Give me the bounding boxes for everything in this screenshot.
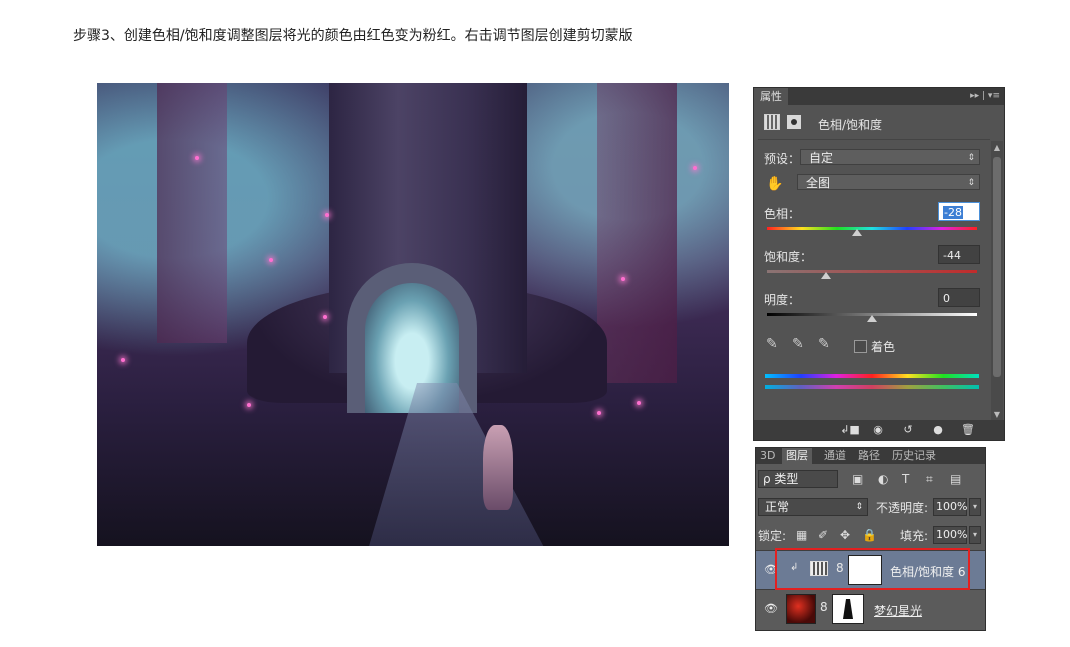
adjustment-filter-icon[interactable]: ◐ [878,472,888,486]
range-select[interactable]: 全图 ⇕ [797,174,980,190]
sparkle [121,358,125,362]
preset-label: 预设： [764,152,801,166]
layer-filter-select[interactable]: ρ 类型 [758,470,838,488]
layers-tabbar: 3D 图层 通道 路径 历史记录 [756,448,985,464]
hue-input[interactable]: -28 [938,202,980,221]
layers-panel: 3D 图层 通道 路径 历史记录 ρ 类型 ▣ ◐ T ⌗ ▤ 正常 ⇕ 不透明度… [755,447,986,631]
background-tree-left [157,83,227,343]
mask-shape [843,599,853,619]
link-chain-icon[interactable]: 8 [820,600,828,614]
filter-value: ρ 类型 [763,472,799,486]
annotation-highlight-box [775,548,970,590]
lock-position-icon[interactable]: ✥ [840,528,850,542]
layer-name[interactable]: 梦幻星光 [874,602,922,619]
panel-menu-icon[interactable]: ▸▸ | ▾≡ [970,89,1000,104]
sparkle [621,277,625,281]
colorize-checkbox[interactable] [854,340,867,353]
opacity-input[interactable]: 100% [933,498,967,516]
forest-door-artwork [97,83,729,546]
lock-pixels-icon[interactable]: ✐ [818,528,828,542]
color-spectrum-top [765,374,979,378]
layer-row[interactable]: 👁 8 梦幻星光 [756,589,985,628]
delete-icon[interactable]: 🗑 [956,422,980,438]
sparkle [195,156,199,160]
visibility-eye-icon[interactable]: 👁 [764,602,778,615]
scroll-thumb[interactable] [993,157,1001,377]
smart-object-filter-icon[interactable]: ▤ [950,472,961,486]
saturation-slider-thumb[interactable] [820,272,831,279]
reset-icon[interactable]: ↺ [896,422,920,438]
properties-scrollbar[interactable]: ▲ ▼ [991,141,1003,421]
scroll-down-icon[interactable]: ▼ [991,410,1003,419]
lock-all-icon[interactable]: 🔒 [862,528,877,542]
tab-3d[interactable]: 3D [756,448,779,464]
properties-footer: ↲■ ◉ ↺ ● 🗑 [754,420,1004,440]
shape-filter-icon[interactable]: ⌗ [926,472,933,487]
range-value: 全图 [806,176,831,190]
lightness-slider-thumb[interactable] [867,315,877,322]
lock-label: 锁定: [758,529,787,543]
preset-select[interactable]: 自定 ⇕ [800,149,980,165]
blend-mode-select[interactable]: 正常 ⇕ [758,498,868,516]
view-previous-state-icon[interactable]: ◉ [866,422,890,438]
clip-to-layer-icon[interactable]: ↲■ [838,422,862,438]
saturation-input[interactable]: -44 [938,245,980,264]
scroll-up-icon[interactable]: ▲ [991,143,1003,152]
select-arrows-icon: ⇕ [967,178,975,188]
opacity-dropdown-icon[interactable]: ▾ [969,498,981,516]
tab-channels[interactable]: 通道 [820,448,850,464]
properties-panel: 属性 ▸▸ | ▾≡ 色相/饱和度 预设： 自定 ⇕ ✋ 全图 ⇕ 色相： -2… [753,87,1005,441]
layer-mask-thumbnail[interactable] [832,594,864,624]
fill-dropdown-icon[interactable]: ▾ [969,526,981,544]
step-caption: 步骤3、创建色相/饱和度调整图层将光的颜色由红色变为粉红。右击调节图层创建剪切蒙… [73,28,633,44]
sparkle [269,258,273,262]
eyedropper-icon[interactable]: ✎ [766,336,778,352]
background-tree-right [597,83,677,383]
select-arrows-icon: ⇕ [967,153,975,163]
lightness-label: 明度： [764,293,801,307]
visibility-icon[interactable]: ● [926,422,950,438]
opacity-label: 不透明度: [876,501,929,515]
fill-input[interactable]: 100% [933,526,967,544]
hue-value: -28 [943,206,963,219]
hue-slider-track[interactable] [767,227,977,230]
eyedropper-minus-icon[interactable]: ✎ [818,336,830,352]
color-spectrum-bottom [765,385,979,389]
tab-paths[interactable]: 路径 [854,448,884,464]
sparkle [323,315,327,319]
colorize-label: 着色 [871,340,896,354]
preset-value: 自定 [809,151,834,165]
girl-figure [483,425,513,510]
tab-history[interactable]: 历史记录 [888,448,940,464]
sparkle [325,213,329,217]
adjustment-header [764,114,801,132]
tab-layers[interactable]: 图层 [782,448,812,464]
type-filter-icon[interactable]: T [902,472,909,486]
hue-label: 色相： [764,207,801,221]
hue-slider-thumb[interactable] [852,229,863,236]
lock-transparent-icon[interactable]: ▦ [796,528,807,542]
fill-label: 填充: [900,529,929,543]
saturation-label: 饱和度： [764,250,813,264]
blend-mode-value: 正常 [765,500,790,514]
image-filter-icon[interactable]: ▣ [852,472,863,486]
saturation-slider-track[interactable] [767,270,977,273]
sparkle [597,411,601,415]
lightness-input[interactable]: 0 [938,288,980,307]
on-image-adjust-hand-icon[interactable]: ✋ [766,176,783,192]
mask-icon[interactable] [786,115,801,129]
tab-properties[interactable]: 属性 [754,88,788,105]
sparkle [247,403,251,407]
eyedropper-plus-icon[interactable]: ✎ [792,336,804,352]
sparkle [693,166,697,170]
layer-thumbnail[interactable] [786,594,816,624]
adjustment-icon[interactable] [764,114,780,130]
sparkle [637,401,641,405]
adjustment-title: 色相/饱和度 [818,118,883,132]
properties-tabbar: 属性 ▸▸ | ▾≡ [754,88,1004,105]
divider [758,139,990,140]
